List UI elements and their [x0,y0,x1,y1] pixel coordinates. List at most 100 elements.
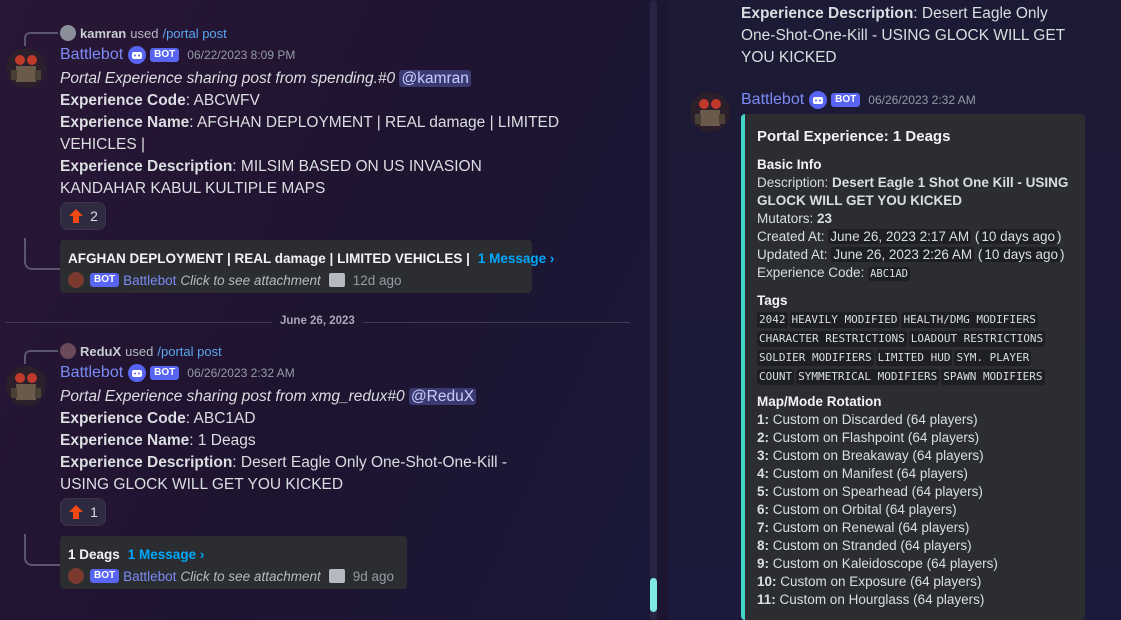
thread-author: Battlebot [123,568,177,584]
tag: HEAVILY MODIFIED [789,312,900,328]
thread-author: Battlebot [123,272,177,288]
code-label: Experience Code [60,410,186,427]
rotation-number: 1: [757,412,770,427]
rotation-text: Custom on Manifest (64 players) [772,466,968,481]
mutators-value: 23 [817,211,833,226]
author-name[interactable]: Battlebot [60,46,123,64]
reaction-button[interactable]: 1 [60,498,106,526]
rotation-item: 6: Custom on Orbital (64 players) [757,501,1073,519]
rotation-list: 1: Custom on Discarded (64 players) 2: C… [757,411,1073,609]
reaction-button[interactable]: 2 [60,202,106,230]
created-value: June 26, 2023 2:17 AM [828,229,972,244]
rotation-item: 10: Custom on Exposure (64 players) [757,573,1073,591]
embed-code: Experience Code: ABC1AD [757,264,1073,283]
thread-title[interactable]: 1 Deags [68,547,120,562]
bot-badge: BOT [150,366,180,380]
message-header: Battlebot BOT 06/26/2023 2:32 AM [60,364,295,382]
tag: 2042 [757,312,788,328]
name-value: : 1 Deags [189,432,256,449]
rotation-item: 5: Custom on Spearhead (64 players) [757,483,1073,501]
embed-description: Description: Desert Eagle 1 Shot One Kil… [757,174,1073,210]
portal-embed: Portal Experience: 1 Deags Basic Info De… [741,114,1085,620]
code-label: Experience Code [60,92,186,109]
author-name[interactable]: Battlebot [60,364,123,382]
thread-message-link[interactable]: 1 Message › [478,251,555,266]
message-timestamp: 06/26/2023 2:32 AM [187,366,295,380]
message-content: Portal Experience sharing post from xmg_… [60,386,560,496]
bot-mini-avatar [68,272,84,288]
rotation-text: Custom on Orbital (64 players) [772,502,957,517]
embed-title: Portal Experience: 1 Deags [757,128,951,145]
thread-connector [24,238,60,270]
thread-connector [24,534,60,566]
message-header: Battlebot BOT 06/22/2023 8:09 PM [60,46,295,64]
up-arrow-icon [69,209,84,223]
rotation-text: Custom on Breakaway (64 players) [772,448,984,463]
rotation-number: 11: [757,592,776,607]
rotation-text: Custom on Hourglass (64 players) [779,592,985,607]
tags-list: 2042 HEAVILY MODIFIED HEALTH/DMG MODIFIERS… [757,310,1073,386]
scrollbar-track[interactable] [650,0,657,620]
reply-connector [24,32,58,46]
thread-preview[interactable]: 1 Deags 1 Message › BOT Battlebot Click … [60,536,407,589]
bot-avatar[interactable] [690,92,730,132]
embed-created: Created At: June 26, 2023 2:17 AM (10 da… [757,229,1062,244]
rotation-text: Custom on Exposure (64 players) [780,574,982,589]
rotation-number: 2: [757,430,770,445]
bot-icon [128,46,147,64]
rotation-number: 4: [757,466,770,481]
rotation-text: Custom on Renewal (64 players) [772,520,970,535]
scrollbar-thumb[interactable] [650,578,657,612]
tag: HEALTH/DMG MODIFIERS [901,312,1038,328]
thread-attachment-text: Click to see attachment [180,568,321,584]
user-avatar-icon [60,343,76,359]
thread-message-link[interactable]: 1 Message › [128,547,205,562]
rotation-item: 9: Custom on Kaleidoscope (64 players) [757,555,1073,573]
user-mention[interactable]: @ReduX [408,388,477,405]
intro-text: Portal Experience sharing post from spen… [60,70,396,87]
author-name[interactable]: Battlebot [741,91,804,109]
reply-command[interactable]: /portal post [157,344,221,359]
rotation-number: 8: [757,538,770,553]
reply-username[interactable]: ReduX [80,344,121,359]
thread-preview[interactable]: AFGHAN DEPLOYMENT | REAL damage | LIMITE… [60,240,554,293]
message-list: kamran used /portal post Battlebot BOT 0… [0,0,650,620]
code-value: : ABCWFV [185,92,260,109]
rotation-number: 7: [757,520,770,535]
created-label: Created At: [757,229,829,244]
reply-context[interactable]: kamran used /portal post [60,25,227,41]
reply-username[interactable]: kamran [80,26,126,41]
bot-badge: BOT [150,48,180,62]
tags-heading: Tags [757,293,788,308]
thread-age: 9d ago [352,568,395,584]
rotation-item: 7: Custom on Renewal (64 players) [757,519,1073,537]
reaction-count: 2 [90,208,98,224]
reply-connector [24,350,58,364]
tag: SYM. PLAYER [954,350,1032,366]
user-mention[interactable]: @kamran [399,70,471,87]
robot-avatar-icon [690,92,730,132]
rotation-item: 4: Custom on Manifest (64 players) [757,465,1073,483]
thread-bot-badge: BOT [90,273,120,287]
bot-avatar[interactable] [6,366,46,406]
thread-top-message: Experience Description: Desert Eagle Onl… [741,3,1086,69]
created-relative: 10 days ago [979,229,1057,244]
date-divider-label: June 26, 2023 [272,315,363,327]
thread-title[interactable]: AFGHAN DEPLOYMENT | REAL damage | LIMITE… [68,251,470,266]
updated-relative: 10 days ago [982,247,1060,262]
rotation-item: 2: Custom on Flashpoint (64 players) [757,429,1073,447]
mutators-label: Mutators: [757,211,818,226]
updated-value: June 26, 2023 2:26 AM [831,247,975,262]
updated-label: Updated At: [757,247,832,262]
message-content: Portal Experience sharing post from spen… [60,68,560,200]
rotation-number: 3: [757,448,770,463]
reaction-count: 1 [90,504,98,520]
bot-avatar[interactable] [6,48,46,88]
reply-context[interactable]: ReduX used /portal post [60,343,222,359]
rotation-number: 9: [757,556,770,571]
tag: COUNT [757,369,795,385]
tag: SOLDIER MODIFIERS [757,350,874,366]
reply-command[interactable]: /portal post [162,26,226,41]
rotation-item: 1: Custom on Discarded (64 players) [757,411,1073,429]
rotation-text: Custom on Flashpoint (64 players) [772,430,980,445]
